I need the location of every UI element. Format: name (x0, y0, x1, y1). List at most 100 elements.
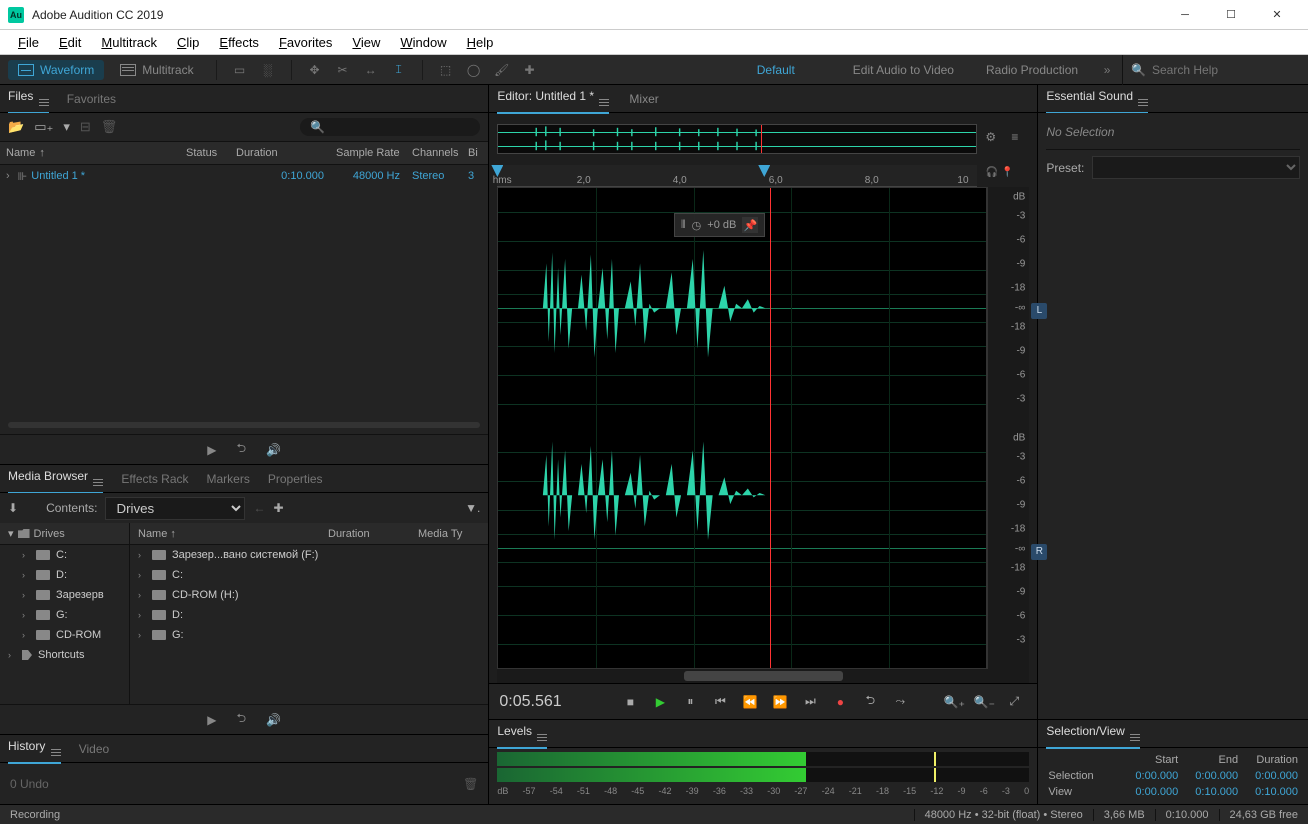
multitrack-view-button[interactable]: Multitrack (110, 60, 203, 80)
tab-media-browser[interactable]: Media Browser (8, 463, 103, 494)
new-shortcut[interactable]: ✚ (273, 501, 283, 515)
workspace-menu-icon[interactable] (813, 59, 835, 81)
media-play[interactable]: ▶ (207, 713, 216, 727)
time-selection-tool[interactable]: 𝙸 (388, 59, 410, 81)
move-tool[interactable]: ✥ (304, 59, 326, 81)
pin-playhead[interactable]: 🎧 📍 (986, 167, 1014, 178)
brush-tool[interactable]: 🖌 (491, 59, 513, 81)
tab-markers[interactable]: Markers (207, 466, 250, 492)
new-file-button[interactable]: ▭₊ (34, 119, 53, 135)
spectral-toggle[interactable]: ░ (257, 59, 279, 81)
marquee-tool[interactable]: ⬚ (435, 59, 457, 81)
media-autoplay[interactable]: 🔊 (266, 713, 281, 727)
levels-meter[interactable]: dB-57-54-51-48-45-42-39-36-33-30-27-24-2… (489, 748, 1037, 804)
list-item[interactable]: ›CD-ROM (H:) (130, 585, 488, 605)
play-button[interactable]: ▶ (647, 689, 673, 715)
skip-selection-button[interactable]: ⤳ (887, 689, 913, 715)
tab-effects-rack[interactable]: Effects Rack (121, 466, 188, 492)
zoom-full-button[interactable]: ⤢ (1001, 689, 1027, 715)
media-loop[interactable]: ⮌ (237, 709, 247, 730)
list-col-mediatype[interactable]: Media Ty (418, 528, 480, 540)
menu-favorites[interactable]: Favorites (269, 35, 342, 50)
maximize-button[interactable]: ☐ (1208, 0, 1254, 30)
preview-autoplay[interactable]: 🔊 (266, 443, 281, 457)
col-channels[interactable]: Channels (406, 147, 462, 159)
channel-toggle[interactable]: ≡ (1011, 130, 1029, 148)
list-col-duration[interactable]: Duration (328, 528, 418, 540)
overview-waveform[interactable] (497, 124, 977, 154)
tab-editor[interactable]: Editor: Untitled 1 * (497, 83, 609, 114)
hud-pin-button[interactable]: 📌 (742, 217, 758, 233)
timecode-display[interactable]: 0:05.561 (499, 693, 609, 711)
pause-button[interactable]: ⏸ (677, 689, 703, 715)
open-file-button[interactable]: 📂 (8, 119, 24, 135)
tab-levels[interactable]: Levels (497, 718, 547, 749)
file-row[interactable]: › ⊪ Untitled 1 * 0:10.000 48000 Hz Stere… (0, 165, 488, 187)
tree-item[interactable]: ›Shortcuts (0, 645, 129, 665)
forward-button[interactable]: ⏩ (767, 689, 793, 715)
menu-clip[interactable]: Clip (167, 35, 209, 50)
lasso-tool[interactable]: ◯ (463, 59, 485, 81)
pan-toggle[interactable]: ⚙ (985, 130, 1003, 148)
workspace-overflow[interactable]: » (1096, 59, 1118, 81)
menu-window[interactable]: Window (390, 35, 456, 50)
tab-favorites[interactable]: Favorites (67, 86, 116, 112)
tree-item[interactable]: ›G: (0, 605, 129, 625)
import-shortcut-button[interactable]: ⬇ (8, 501, 18, 515)
list-item[interactable]: ›D: (130, 605, 488, 625)
stop-button[interactable]: ■ (617, 689, 643, 715)
menu-help[interactable]: Help (457, 35, 504, 50)
list-item[interactable]: ›Зарезер...вано системой (F:) (130, 545, 488, 565)
tree-item[interactable]: ›D: (0, 565, 129, 585)
go-end-button[interactable]: ⏭ (797, 689, 823, 715)
col-status[interactable]: Status (180, 147, 230, 159)
nav-back[interactable]: ← (253, 501, 265, 515)
col-duration[interactable]: Duration (230, 147, 330, 159)
channel-badge-left[interactable]: L (1031, 303, 1047, 319)
slip-tool[interactable]: ↔ (360, 59, 382, 81)
menu-effects[interactable]: Effects (209, 35, 269, 50)
heal-tool[interactable]: ✚ (519, 59, 541, 81)
tab-mixer[interactable]: Mixer (629, 86, 658, 112)
horizontal-scrollbar[interactable] (497, 669, 1029, 683)
loop-button[interactable]: ⮌ (857, 689, 883, 715)
files-search[interactable]: 🔍 (300, 118, 480, 136)
go-start-button[interactable]: ⏮ (707, 689, 733, 715)
tab-essential-sound[interactable]: Essential Sound (1046, 83, 1148, 114)
col-bitdepth[interactable]: Bi (462, 147, 482, 159)
workspace-default[interactable]: Default (743, 59, 809, 81)
preview-play[interactable]: ▶ (207, 443, 216, 457)
search-help[interactable]: 🔍 (1122, 55, 1300, 85)
sel-dur[interactable]: 0:00.000 (1246, 770, 1298, 782)
razor-tool[interactable]: ✂ (332, 59, 354, 81)
tree-item[interactable]: ›C: (0, 545, 129, 565)
rewind-button[interactable]: ⏪ (737, 689, 763, 715)
channel-badge-right[interactable]: R (1031, 544, 1047, 560)
waveform-editor[interactable]: ⫴ ◷ +0 dB 📌 dB -3 -6 -9 -18 -∞ -18 -9 -6… (497, 187, 1029, 669)
tab-video[interactable]: Video (79, 736, 109, 762)
record-button[interactable]: ● (827, 689, 853, 715)
col-name[interactable]: Name ↑ (0, 147, 180, 159)
delete-file-button[interactable]: 🗑 (101, 119, 118, 135)
tab-files[interactable]: Files (8, 83, 49, 114)
tree-item[interactable]: ›Зарезерв (0, 585, 129, 605)
workspace-edit-audio-video[interactable]: Edit Audio to Video (839, 59, 968, 81)
insert-button[interactable]: ▾ (63, 119, 70, 135)
waveform-view-button[interactable]: Waveform (8, 60, 104, 80)
view-dur[interactable]: 0:10.000 (1246, 786, 1298, 798)
sel-start[interactable]: 0:00.000 (1126, 770, 1178, 782)
close-button[interactable]: ✕ (1254, 0, 1300, 30)
preset-dropdown[interactable] (1092, 156, 1300, 179)
tab-selection-view[interactable]: Selection/View (1046, 718, 1140, 749)
list-item[interactable]: ›C: (130, 565, 488, 585)
zoom-in-button[interactable]: 🔍₊ (941, 689, 967, 715)
view-end[interactable]: 0:10.000 (1186, 786, 1238, 798)
menu-file[interactable]: File (8, 35, 49, 50)
zoom-out-button[interactable]: 🔍₋ (971, 689, 997, 715)
sel-end[interactable]: 0:00.000 (1186, 770, 1238, 782)
contents-dropdown[interactable]: Drives (105, 497, 245, 520)
tab-properties[interactable]: Properties (268, 466, 323, 492)
gain-hud[interactable]: ⫴ ◷ +0 dB 📌 (674, 213, 765, 237)
time-ruler[interactable]: hms 2,0 4,0 6,0 8,0 10 🎧 📍 (497, 165, 977, 187)
menu-multitrack[interactable]: Multitrack (91, 35, 167, 50)
